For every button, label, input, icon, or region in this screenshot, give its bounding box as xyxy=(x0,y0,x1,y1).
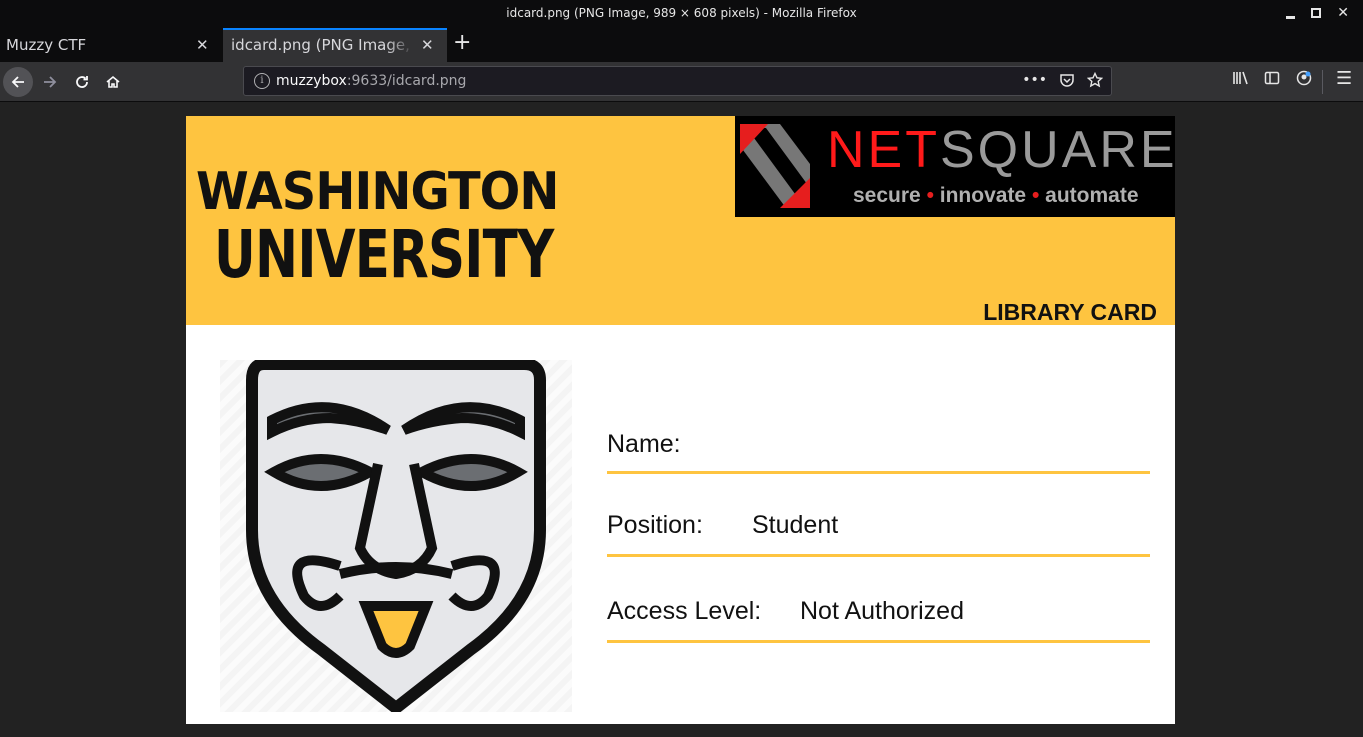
logo-tagline: secure • innovate • automate xyxy=(853,184,1139,207)
tab-idcard[interactable]: idcard.png (PNG Image, 989 × 608 pixels)… xyxy=(223,28,447,62)
card-type-label: LIBRARY CARD xyxy=(983,299,1157,325)
pocket-icon[interactable] xyxy=(1059,72,1075,88)
toolbar-separator xyxy=(1322,70,1323,94)
name-underline xyxy=(607,471,1150,474)
back-button[interactable] xyxy=(3,67,33,97)
guy-fawkes-mask-icon xyxy=(246,358,546,716)
name-label: Name: xyxy=(607,430,681,458)
address-bar[interactable]: i muzzybox:9633/idcard.png ••• xyxy=(243,66,1112,96)
university-name-line1: WASHINGTON xyxy=(196,162,559,222)
tab-close-icon[interactable]: ✕ xyxy=(196,36,209,54)
hamburger-menu-icon[interactable]: ☰ xyxy=(1336,68,1352,89)
tab-close-icon[interactable]: ✕ xyxy=(421,36,434,54)
close-window-button[interactable]: ✕ xyxy=(1337,6,1349,20)
library-id-card-image: WASHINGTON UNIVERSITY LIBRARY CARD NETSQ… xyxy=(186,116,1175,724)
access-level-value: Not Authorized xyxy=(800,597,964,625)
bookmark-star-icon[interactable] xyxy=(1087,72,1103,88)
logo-brand-red: NET xyxy=(827,121,940,179)
reload-icon xyxy=(76,76,88,88)
photo-area xyxy=(220,358,572,716)
netsquare-mark-icon xyxy=(740,124,810,208)
tab-muzzy-ctf[interactable]: Muzzy CTF ✕ xyxy=(0,28,221,62)
netsquare-logo: NETSQUARE secure • innovate • automate xyxy=(735,116,1175,217)
back-arrow-icon xyxy=(11,76,24,88)
tab-label: Muzzy CTF xyxy=(6,36,87,54)
minimize-button[interactable] xyxy=(1286,16,1296,19)
position-value: Student xyxy=(752,511,839,539)
reload-button[interactable] xyxy=(68,68,96,96)
window-titlebar: idcard.png (PNG Image, 989 × 608 pixels)… xyxy=(0,0,1363,28)
window-title: idcard.png (PNG Image, 989 × 608 pixels)… xyxy=(506,6,857,20)
home-button[interactable] xyxy=(99,68,127,96)
position-label: Position: xyxy=(607,511,703,539)
card-header-band: WASHINGTON UNIVERSITY LIBRARY CARD NETSQ… xyxy=(186,116,1175,325)
access-level-underline xyxy=(607,640,1150,643)
tab-label: idcard.png (PNG Image, 989 × 608 pixels) xyxy=(231,36,414,54)
account-icon[interactable] xyxy=(1296,70,1312,90)
access-level-label: Access Level: xyxy=(607,597,762,625)
tab-strip: Muzzy CTF ✕ idcard.png (PNG Image, 989 ×… xyxy=(0,28,1363,62)
new-tab-button[interactable]: + xyxy=(453,30,471,55)
info-icon[interactable]: i xyxy=(254,73,270,89)
library-icon[interactable] xyxy=(1232,70,1250,90)
maximize-button[interactable] xyxy=(1311,8,1322,18)
more-icon[interactable]: ••• xyxy=(1022,72,1047,88)
navigation-toolbar: i muzzybox:9633/idcard.png ••• ☰ xyxy=(0,62,1363,102)
home-icon xyxy=(106,75,120,88)
sidebar-icon[interactable] xyxy=(1264,70,1280,90)
forward-arrow-icon xyxy=(44,76,57,88)
image-viewport: WASHINGTON UNIVERSITY LIBRARY CARD NETSQ… xyxy=(0,102,1363,737)
logo-brand-gray: SQUARE xyxy=(940,121,1175,179)
university-name-line2: UNIVERSITY xyxy=(214,216,554,293)
position-underline xyxy=(607,554,1150,557)
url-text[interactable]: muzzybox:9633/idcard.png xyxy=(276,73,466,89)
forward-button[interactable] xyxy=(36,68,64,96)
